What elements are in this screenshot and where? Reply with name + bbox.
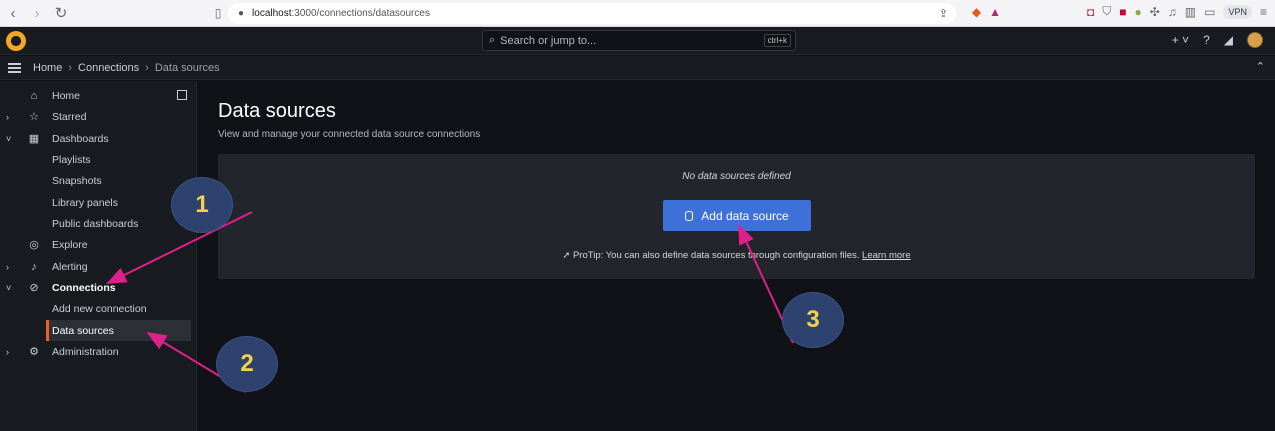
add-new-icon[interactable]: + ˅ bbox=[1172, 33, 1189, 47]
breadcrumb-separator: › bbox=[68, 61, 73, 74]
grid-icon: ▦ bbox=[28, 133, 40, 145]
url-host: localhost bbox=[252, 8, 292, 19]
grafana-logo-icon[interactable] bbox=[6, 31, 26, 51]
sidebar-item-data-sources[interactable]: Data sources bbox=[46, 320, 191, 341]
sidebar-item-label: Explore bbox=[52, 238, 88, 251]
site-info-icon[interactable]: ● bbox=[238, 8, 244, 19]
sidebar-item-home[interactable]: ⌂ Home bbox=[0, 85, 197, 106]
search-placeholder: Search or jump to... bbox=[500, 34, 597, 47]
reload-icon[interactable]: ↻ bbox=[50, 2, 72, 24]
sidebar-item-label: Connections bbox=[52, 281, 116, 294]
chevron-right-icon[interactable]: › bbox=[6, 262, 9, 272]
sidebar-item-alerting[interactable]: › ♪ Alerting bbox=[0, 256, 197, 277]
sidebar-item-label: Playlists bbox=[52, 153, 91, 166]
chevron-down-icon[interactable]: ˅ bbox=[6, 134, 11, 144]
browser-menu-icon[interactable]: ≡ bbox=[1260, 5, 1267, 19]
gear-icon: ⚙ bbox=[29, 346, 39, 358]
brave-rewards-icon[interactable]: ▲ bbox=[989, 5, 1001, 19]
sidebar-item-label: Administration bbox=[52, 345, 119, 358]
news-feed-icon[interactable]: ◢ bbox=[1224, 33, 1233, 47]
sidebar-item-label: Home bbox=[52, 89, 81, 102]
star-icon: ☆ bbox=[29, 111, 39, 123]
page-title: Data sources bbox=[218, 100, 336, 122]
search-shortcut: ctrl+k bbox=[763, 34, 791, 47]
search-input[interactable]: ⌕ Search or jump to... ctrl+k bbox=[482, 30, 796, 51]
app-topbar: ⌕ Search or jump to... ctrl+k + ˅ ? ◢ bbox=[0, 27, 1275, 55]
sidebar-item-public-dashboards[interactable]: Public dashboards bbox=[0, 213, 197, 234]
learn-more-link[interactable]: Learn more bbox=[862, 250, 911, 261]
annotation-badge-2: 2 bbox=[216, 336, 278, 392]
sidebar-item-explore[interactable]: ◎ Explore bbox=[0, 234, 197, 255]
chevron-right-icon[interactable]: › bbox=[6, 112, 9, 122]
main-content: Data sources View and manage your connec… bbox=[197, 81, 1275, 431]
compass-icon: ◎ bbox=[29, 239, 39, 251]
music-icon[interactable]: ♫ bbox=[1168, 5, 1177, 19]
database-icon bbox=[685, 210, 694, 221]
sidebar-item-library-panels[interactable]: Library panels bbox=[0, 192, 197, 213]
extension-icon[interactable]: ■ bbox=[1119, 5, 1126, 19]
brave-shield-icon[interactable]: ◆ bbox=[972, 5, 981, 19]
sidebar-toggle-icon[interactable]: ▥ bbox=[1185, 5, 1196, 19]
search-icon: ⌕ bbox=[489, 34, 496, 46]
connections-icon: ⊘ bbox=[29, 282, 39, 294]
sidebar-item-dashboards[interactable]: ˅ ▦ Dashboards bbox=[0, 128, 197, 149]
sidebar-item-label: Add new connection bbox=[52, 302, 147, 315]
breadcrumb-separator: › bbox=[145, 61, 149, 74]
sidebar-item-connections[interactable]: ˅ ⊘ Connections bbox=[0, 277, 197, 298]
help-icon[interactable]: ? bbox=[1203, 33, 1210, 47]
empty-state-message: No data sources defined bbox=[682, 171, 791, 182]
browser-toolbar: ‹ › ↻ ▯ ● localhost:3000/connections/dat… bbox=[0, 0, 1275, 27]
share-icon[interactable]: ⇪ bbox=[939, 7, 948, 20]
bell-icon: ♪ bbox=[31, 260, 37, 273]
url-path: :3000/connections/datasources bbox=[291, 8, 430, 19]
back-icon[interactable]: ‹ bbox=[2, 2, 24, 24]
breadcrumb: Home › Connections › Data sources ⌃ bbox=[0, 56, 1275, 80]
sidebar-item-label: Library panels bbox=[52, 196, 118, 209]
sidebar-item-label: Starred bbox=[52, 110, 87, 123]
forward-icon[interactable]: › bbox=[26, 2, 48, 24]
sidebar-item-starred[interactable]: › ☆ Starred bbox=[0, 106, 197, 127]
sidebar-item-label: Data sources bbox=[52, 324, 114, 337]
sidebar-item-snapshots[interactable]: Snapshots bbox=[0, 170, 197, 191]
rocket-icon: ➚ bbox=[562, 250, 571, 261]
breadcrumb-current: Data sources bbox=[154, 61, 220, 74]
add-data-source-label: Add data source bbox=[701, 208, 789, 223]
page-subtitle: View and manage your connected data sour… bbox=[218, 129, 481, 140]
sidebar-item-playlists[interactable]: Playlists bbox=[0, 149, 197, 170]
chevron-down-icon[interactable]: ˅ bbox=[6, 283, 11, 293]
chevron-up-icon[interactable]: ⌃ bbox=[1256, 60, 1265, 73]
extension-shield-icon[interactable]: ⛉ bbox=[1102, 4, 1111, 19]
annotation-badge-1: 1 bbox=[171, 177, 233, 233]
bookmark-icon[interactable]: ▯ bbox=[207, 2, 229, 24]
add-data-source-button[interactable]: Add data source bbox=[663, 200, 811, 231]
wallet-icon[interactable]: ▭ bbox=[1204, 5, 1215, 19]
chevron-right-icon[interactable]: › bbox=[6, 347, 9, 357]
empty-state-panel: No data sources defined Add data source … bbox=[218, 154, 1255, 279]
avatar[interactable] bbox=[1247, 32, 1263, 48]
puzzle-icon[interactable]: ✣ bbox=[1150, 5, 1160, 19]
sidebar-item-add-new-connection[interactable]: Add new connection bbox=[0, 298, 197, 319]
color-wheel-icon[interactable]: ● bbox=[1134, 5, 1141, 19]
pocket-icon[interactable]: ◘ bbox=[1087, 5, 1094, 19]
sidebar-item-label: Dashboards bbox=[52, 132, 109, 145]
sidebar-item-label: Snapshots bbox=[52, 174, 102, 187]
home-icon: ⌂ bbox=[30, 89, 38, 102]
sidebar: ⌂ Home › ☆ Starred ˅ ▦ Dashboards Playli… bbox=[0, 81, 197, 431]
vpn-button[interactable]: VPN bbox=[1223, 4, 1252, 19]
protip: ➚ ProTip: You can also define data sourc… bbox=[218, 250, 1255, 261]
sidebar-item-label: Public dashboards bbox=[52, 217, 139, 230]
breadcrumb-home[interactable]: Home bbox=[33, 62, 62, 74]
sidebar-item-administration[interactable]: › ⚙ Administration bbox=[0, 341, 197, 362]
annotation-badge-3: 3 bbox=[782, 292, 844, 348]
breadcrumb-connections[interactable]: Connections bbox=[78, 62, 139, 74]
menu-toggle-icon[interactable] bbox=[8, 62, 21, 73]
address-bar[interactable]: ● localhost:3000/connections/datasources… bbox=[228, 3, 956, 24]
sidebar-item-label: Alerting bbox=[52, 260, 88, 273]
protip-text: ProTip: You can also define data sources… bbox=[572, 250, 860, 261]
